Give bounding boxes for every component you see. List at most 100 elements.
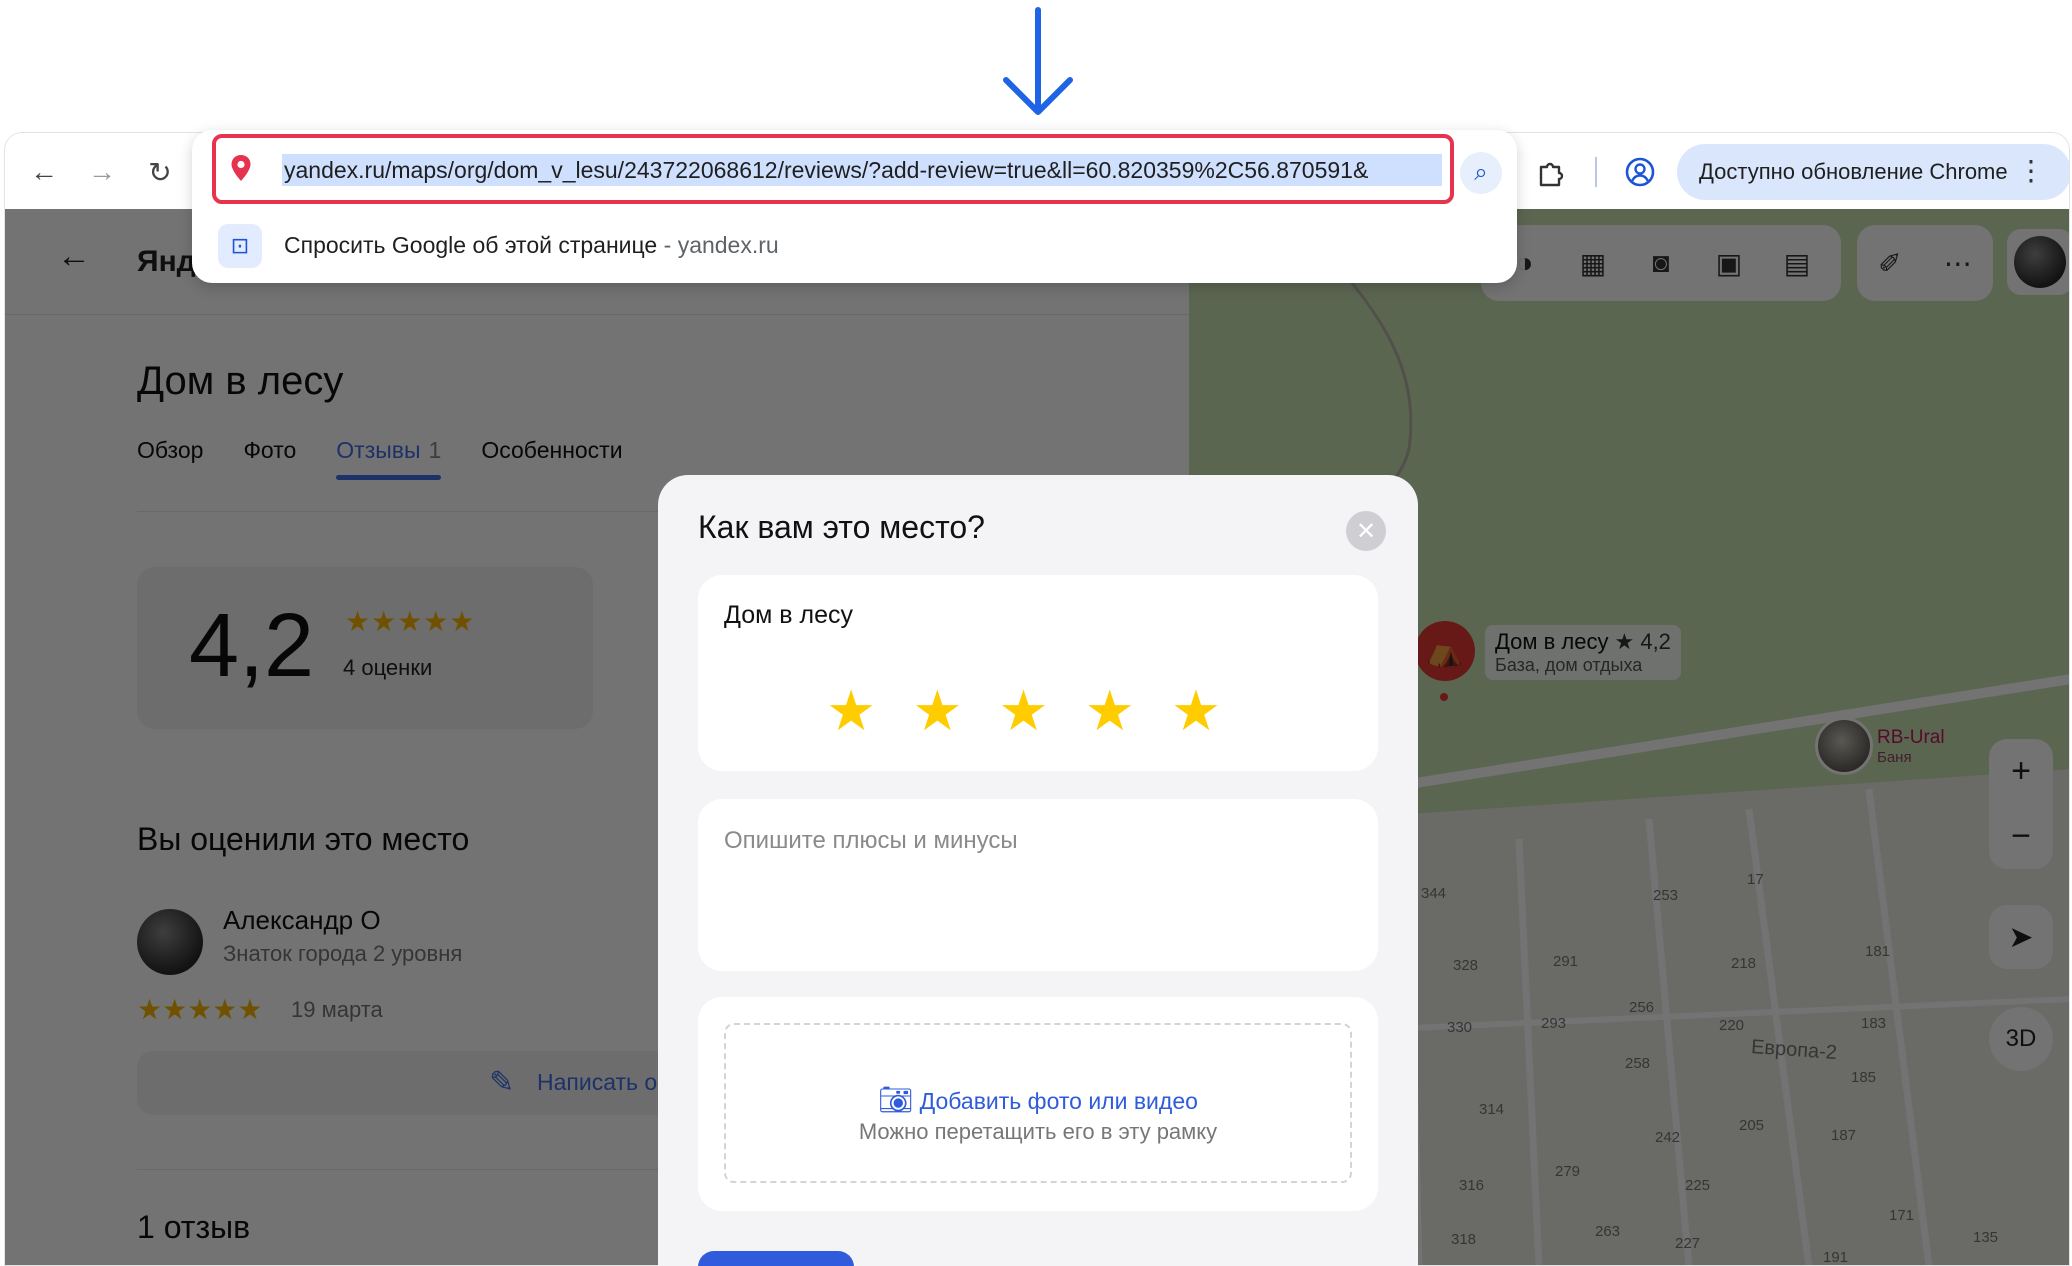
reload-icon[interactable]: ↻: [143, 155, 177, 189]
puzzle-icon[interactable]: [1535, 155, 1569, 189]
bus-icon[interactable]: ▣: [1707, 241, 1751, 285]
bathhouse-marker[interactable]: RB-Ural Баня: [1815, 717, 1945, 775]
google-lens-icon[interactable]: ⌕: [1460, 152, 1502, 194]
poi-name: Дом в лесу: [1495, 629, 1609, 654]
house-number: 185: [1851, 1069, 1877, 1086]
house-number: 183: [1861, 1015, 1887, 1032]
drag-hint: Можно перетащить его в эту рамку: [858, 1119, 1218, 1144]
rating-value: 4,2: [189, 596, 315, 696]
house-number: 330: [1447, 1019, 1473, 1036]
house-number: 328: [1453, 957, 1479, 974]
star-4-icon[interactable]: ★: [1085, 683, 1135, 739]
place-marker-label: Дом в лесу ★ 4,2 База, дом отдыха: [1485, 625, 1681, 680]
forward-arrow-icon[interactable]: →: [85, 155, 119, 189]
profile-icon[interactable]: [1623, 155, 1657, 189]
house-number: 227: [1675, 1235, 1701, 1252]
star-3-icon[interactable]: ★: [998, 683, 1048, 739]
reviewer-level: Знаток города 2 уровня: [223, 941, 463, 966]
review-text-field[interactable]: Опишите плюсы и минусы: [698, 799, 1378, 971]
reviews-count-heading: 1 отзыв: [137, 1209, 251, 1245]
bathhouse-name: RB-Ural: [1877, 726, 1945, 748]
zoom-control: + −: [1989, 739, 2053, 869]
map-layers-icon[interactable]: ▦: [1571, 241, 1615, 285]
locate-me-icon[interactable]: ➤: [1989, 905, 2053, 969]
tab-reviews-count: 1: [428, 437, 442, 463]
3d-button[interactable]: 3D: [1989, 1007, 2053, 1071]
tent-icon: ⛺: [1415, 621, 1475, 681]
lens-search-icon: ⊡: [218, 224, 262, 268]
house-number: 242: [1655, 1129, 1681, 1146]
back-arrow-icon[interactable]: ←: [57, 237, 91, 276]
omnibox-suggestion[interactable]: ⊡ Спросить Google об этой странице - yan…: [192, 214, 1517, 274]
review-date: 19 марта: [291, 997, 383, 1022]
panorama-icon[interactable]: ▤: [1775, 241, 1819, 285]
user-avatar-button[interactable]: [2007, 229, 2069, 295]
kebab-menu-icon[interactable]: ⋮: [2017, 154, 2045, 188]
house-number: 225: [1685, 1177, 1711, 1194]
close-icon[interactable]: ✕: [1346, 511, 1386, 551]
chrome-update-button[interactable]: Доступно обновление Chrome ⋮: [1677, 144, 2069, 200]
house-number: 258: [1625, 1055, 1651, 1072]
tab-overview[interactable]: Обзор: [137, 437, 203, 464]
add-photo-label: Добавить фото или видео: [919, 1088, 1198, 1114]
poi-name-line: Дом в лесу ★ 4,2: [1495, 629, 1671, 655]
tab-reviews[interactable]: Отзывы 1: [336, 437, 442, 480]
place-title: Дом в лесу: [137, 359, 344, 403]
location-pin-icon: [230, 154, 252, 189]
reviewer-name[interactable]: Александр О: [223, 905, 381, 936]
reviewer-stars: ★★★★★: [137, 994, 263, 1025]
ruler-icon[interactable]: ✐: [1878, 247, 1901, 280]
rated-section-title: Вы оценили это место: [137, 821, 470, 857]
house-number: 187: [1831, 1127, 1857, 1144]
house-number: 344: [1421, 885, 1447, 902]
more-icon[interactable]: ⋯: [1944, 247, 1972, 280]
rating-card: Дом в лесу ★ ★ ★ ★ ★: [698, 575, 1378, 771]
house-number: 17: [1747, 871, 1764, 888]
house-number: 316: [1459, 1177, 1485, 1194]
toolbar-divider: [1595, 157, 1597, 187]
zoom-out-button[interactable]: −: [1989, 804, 2053, 869]
bathhouse-category: Баня: [1877, 748, 1912, 766]
tab-features[interactable]: Особенности: [481, 437, 622, 464]
house-number: 205: [1739, 1117, 1765, 1134]
back-arrow-icon[interactable]: ←: [27, 155, 61, 189]
house-number: 220: [1719, 1017, 1745, 1034]
map-toolbar-secondary: ✐ ⋯: [1857, 225, 1993, 301]
place-tabs: Обзор Фото Отзывы 1 Особенности: [137, 437, 623, 480]
tab-photos[interactable]: Фото: [243, 437, 296, 464]
avatar: [2014, 236, 2066, 288]
tab-reviews-label: Отзывы: [336, 437, 421, 463]
house-number: 263: [1595, 1223, 1621, 1240]
house-number: 293: [1541, 1015, 1567, 1032]
star-5-icon[interactable]: ★: [1171, 683, 1221, 739]
omnibox-popup: yandex.ru/maps/org/dom_v_lesu/2437220686…: [192, 130, 1517, 283]
star-2-icon[interactable]: ★: [912, 683, 962, 739]
poi-category: База, дом отдыха: [1495, 655, 1643, 675]
house-number: 256: [1629, 999, 1655, 1016]
address-bar[interactable]: yandex.ru/maps/org/dom_v_lesu/2437220686…: [212, 134, 1454, 204]
map-toolbar: ◑ ▦ ◙ ▣ ▤: [1481, 225, 1841, 301]
suggestion-separator: -: [657, 232, 678, 258]
rating-count: 4 оценки: [343, 655, 433, 680]
add-photo-link[interactable]: 📷︎ Добавить фото или видео: [726, 1083, 1350, 1116]
star-1-icon[interactable]: ★: [826, 683, 876, 739]
write-review-label: Написать о: [537, 1069, 658, 1095]
house-number: 171: [1889, 1207, 1915, 1224]
suggestion-domain: yandex.ru: [677, 232, 779, 258]
chrome-update-label: Доступно обновление Chrome: [1699, 159, 2008, 184]
rating-summary-card: 4,2 ★★★★★ 4 оценки: [137, 567, 593, 729]
dialog-place-name: Дом в лесу: [724, 601, 853, 629]
url-text[interactable]: yandex.ru/maps/org/dom_v_lesu/2437220686…: [282, 154, 1442, 186]
submit-button[interactable]: [698, 1251, 854, 1266]
house-number: 181: [1865, 943, 1891, 960]
house-number: 135: [1973, 1229, 1999, 1246]
zoom-in-button[interactable]: +: [1989, 739, 2053, 804]
pencil-icon: ✎: [489, 1066, 515, 1099]
house-number: 218: [1731, 955, 1757, 972]
photo-upload-card: 📷︎ Добавить фото или видео Можно перетащи…: [698, 997, 1378, 1211]
review-text-placeholder: Опишите плюсы и минусы: [724, 827, 1018, 854]
poi-rating: ★ 4,2: [1614, 629, 1671, 654]
camera-icon[interactable]: ◙: [1639, 241, 1683, 285]
photo-dropzone[interactable]: 📷︎ Добавить фото или видео Можно перетащи…: [724, 1023, 1352, 1183]
star-rating-input: ★ ★ ★ ★ ★: [826, 683, 1221, 739]
